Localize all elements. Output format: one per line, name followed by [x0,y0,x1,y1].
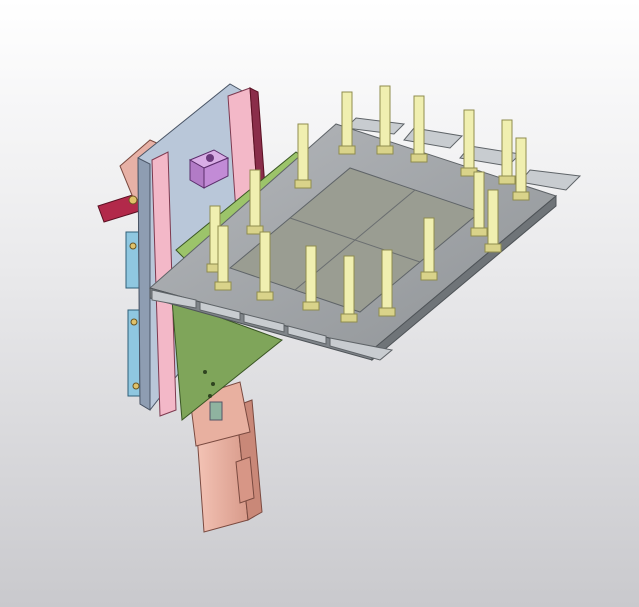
bolt-icon [129,242,137,250]
locating-pin [463,109,475,175]
hole-icon [203,370,207,374]
cad-viewport[interactable] [0,0,639,607]
locating-pin [487,189,499,251]
bolt-icon [130,318,138,326]
pin-base [470,227,488,237]
pin-base [378,307,396,317]
locating-pin [259,231,271,299]
plate-edge [137,157,151,411]
pin-base [484,243,502,253]
locating-pin [423,217,435,279]
locating-pin [341,91,353,153]
locating-pin [413,95,425,161]
bolt-icon [132,382,140,390]
locating-pin [381,249,393,315]
pin-base [256,291,274,301]
pin-base [420,271,438,281]
slide-bracket-upper [125,231,141,289]
locating-pin [305,245,317,309]
pin-base [340,313,358,323]
pin-base [338,145,356,155]
clamp-hole-icon [206,154,214,162]
column-window [209,401,223,421]
locating-pin [343,255,355,321]
locating-pin [249,169,261,233]
bolt-icon [128,195,138,205]
assembly-3d-model[interactable] [0,0,639,607]
locating-pin [217,225,229,289]
pin-base [512,191,530,201]
pin-base [294,179,312,189]
pin-base [498,175,516,185]
pin-base [410,153,428,163]
locating-pin [473,171,485,235]
locating-pin [297,123,309,187]
locating-pin [379,85,391,153]
locating-pin [515,137,527,199]
pin-base [302,301,320,311]
pin-base [214,281,232,291]
hole-icon [211,382,215,386]
tray-tab [403,127,464,149]
hole-icon [208,394,212,398]
pin-base [376,145,394,155]
locating-pin [501,119,513,183]
